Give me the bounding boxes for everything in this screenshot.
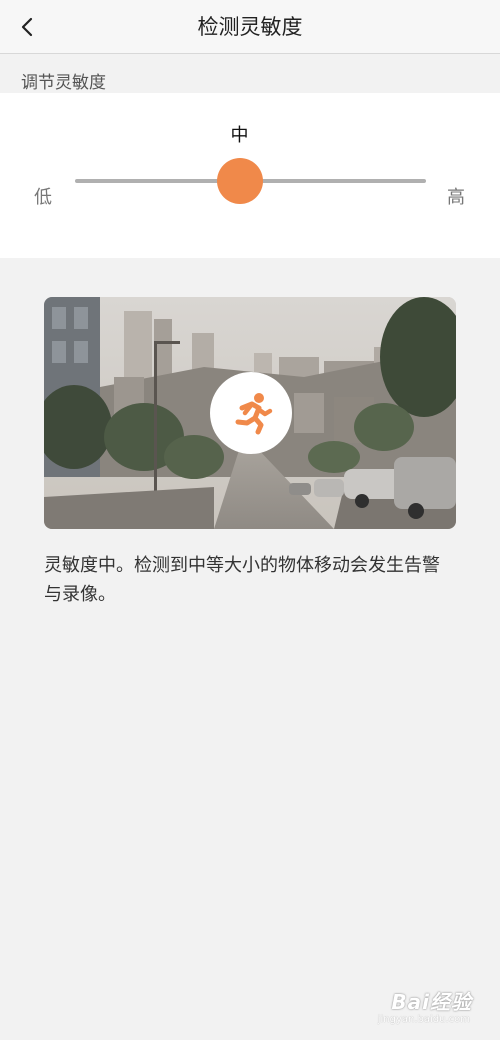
slider-thumb[interactable]: [216, 158, 263, 204]
baidu-jingyan-watermark: Bai经验: [391, 990, 472, 1014]
slider-high-label: 高: [447, 187, 465, 208]
slider-value-label: 中: [230, 125, 249, 146]
sensitivity-description: 灵敏度中。检测到中等大小的物体移动会发生告警与录像。: [44, 555, 440, 605]
section-label: 调节灵敏度: [21, 73, 106, 93]
navigation-bar: 检测灵敏度: [0, 0, 500, 54]
motion-badge: [210, 372, 292, 454]
page-title: 检测灵敏度: [197, 15, 303, 39]
sensitivity-slider-card: 中 低 高: [0, 93, 500, 258]
running-person-icon: [235, 393, 273, 435]
watermark-url: jingyan.baidu.com: [377, 1014, 470, 1025]
slider-low-label: 低: [34, 187, 52, 208]
preview-image: [44, 297, 456, 529]
